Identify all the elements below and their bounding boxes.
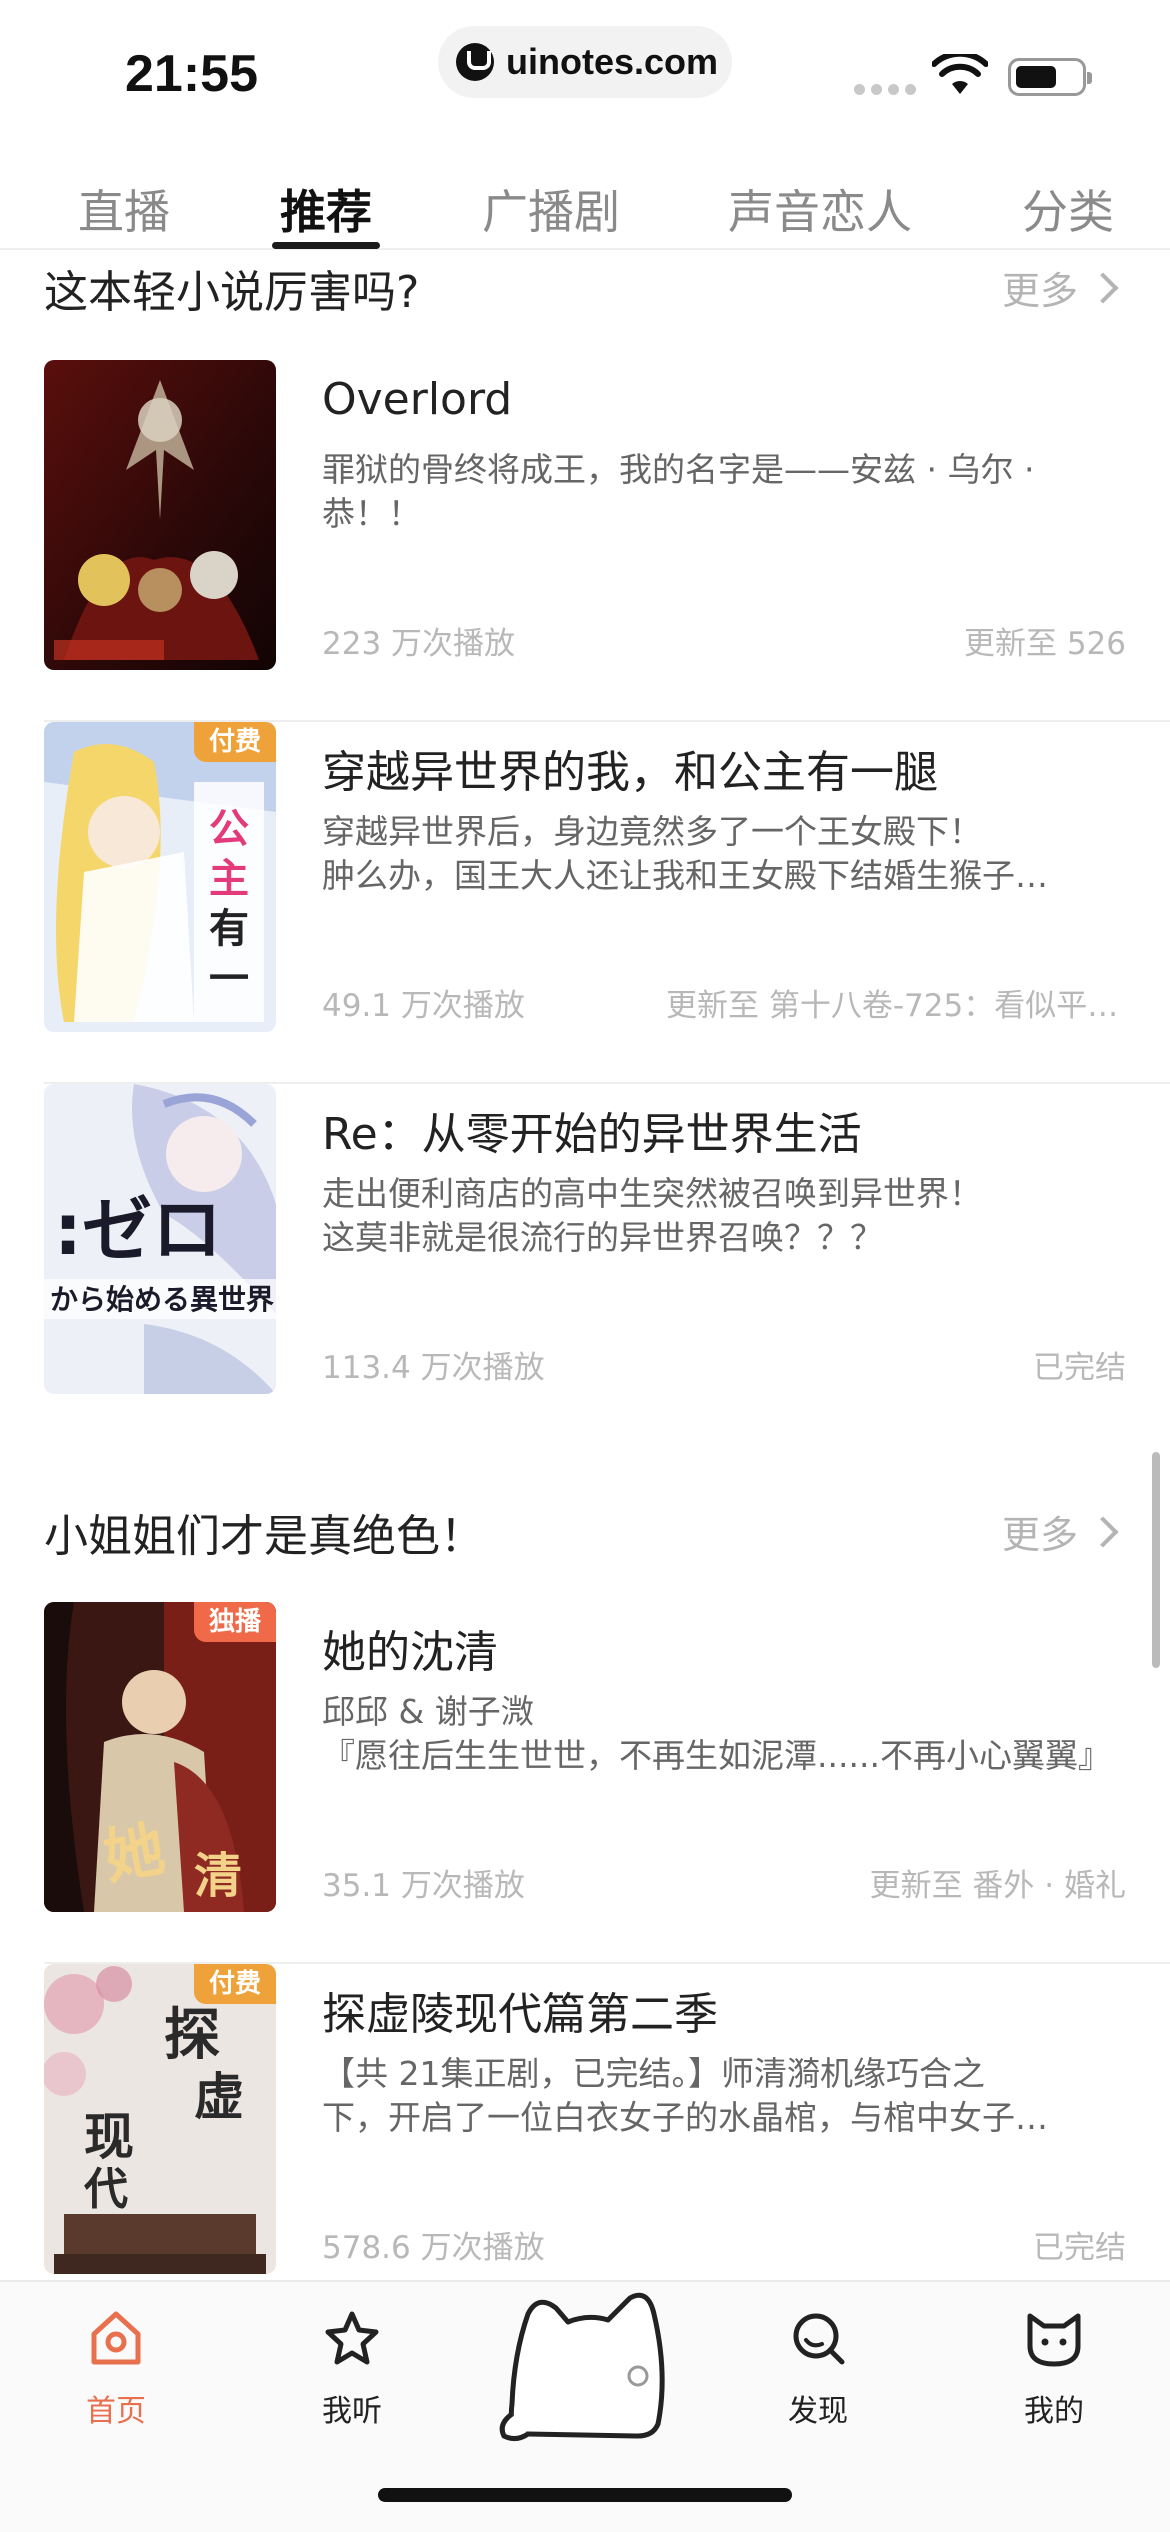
svg-text:探: 探 — [164, 2002, 220, 2068]
item-description: 穿越异世界后，身边竟然多了一个王女殿下！ 肿么办，国王大人还让我和王女殿下结婚生… — [322, 812, 1048, 895]
section-title: 这本轻小说厉害吗? — [44, 267, 420, 318]
nav-mine[interactable]: 我的 — [984, 2306, 1124, 2430]
chevron-right-icon — [1087, 1515, 1119, 1548]
search-icon — [793, 2313, 845, 2365]
url-text: uinotes.com — [506, 41, 719, 82]
svg-text:她: 她 — [99, 1814, 170, 1893]
section-header: 这本轻小说厉害吗? 更多 — [0, 256, 1170, 346]
more-button[interactable]: 更多 — [1001, 1504, 1119, 1559]
site-logo-icon — [456, 43, 494, 81]
section-title: 小姐姐们才是真绝色！ — [44, 1511, 484, 1562]
cover-image: 她 清 独播 — [44, 1602, 276, 1912]
update-status: 已完结 — [1033, 1350, 1126, 1386]
home-icon — [91, 2311, 141, 2365]
wifi-icon — [932, 54, 988, 94]
section-header: 小姐姐们才是真绝色！ 更多 — [0, 1500, 1170, 1590]
nav-home[interactable]: 首页 — [46, 2306, 186, 2430]
home-indicator — [378, 2488, 792, 2502]
list-item[interactable]: 公 主 有 一 付费 穿越异世界的我，和公主有一腿 穿越异世界后，身边竟然多了一… — [0, 722, 1170, 1084]
svg-text:清: 清 — [194, 1848, 242, 1904]
status-bar: 21:55 uinotes.com — [0, 0, 1170, 140]
tab-categories[interactable]: 分类 — [1022, 176, 1114, 242]
update-status: 更新至 番外 · 婚礼 — [869, 1868, 1126, 1904]
item-title: 她的沈清 — [322, 1627, 498, 1678]
update-status: 已完结 — [1033, 2230, 1126, 2266]
item-description: 走出便利商店的高中生突然被召唤到异世界！ 这莫非就是很流行的异世界召唤？？？ — [322, 1174, 982, 1257]
item-title: 穿越异世界的我，和公主有一腿 — [322, 747, 938, 798]
svg-text:主: 主 — [209, 856, 249, 902]
scrollbar[interactable] — [1152, 1452, 1160, 1668]
more-label: 更多 — [1001, 1513, 1078, 1557]
cat-face-icon — [1027, 2313, 1081, 2367]
play-count: 578.6 万次播放 — [322, 2230, 545, 2266]
item-title: Re：从零开始的异世界生活 — [322, 1109, 862, 1160]
item-description: 【共 21集正剧，已完结。】师清漪机缘巧合之 下，开启了一位白衣女子的水晶棺，与… — [322, 2054, 1048, 2137]
tab-live[interactable]: 直播 — [78, 176, 170, 242]
center-cat-mascot-icon[interactable] — [498, 2284, 676, 2444]
cellular-signal-icon — [854, 84, 916, 95]
exclusive-badge: 独播 — [194, 1602, 276, 1642]
svg-text::ゼロ: :ゼロ — [54, 1189, 222, 1271]
paid-badge: 付费 — [194, 1964, 276, 2004]
update-status: 更新至 第十八卷-725：看似平静… — [666, 988, 1126, 1024]
svg-text:一: 一 — [209, 956, 249, 1002]
play-count: 223 万次播放 — [322, 626, 516, 662]
top-tab-bar: 直播 推荐 广播剧 声音恋人 分类 — [0, 150, 1170, 250]
nav-label: 发现 — [788, 2394, 848, 2429]
tab-radio-drama[interactable]: 广播剧 — [482, 176, 620, 242]
list-item[interactable]: Overlord 罪狱的骨终将成王，我的名字是——安兹 · 乌尔 · 恭！！ 2… — [0, 360, 1170, 722]
nav-label: 首页 — [86, 2394, 146, 2429]
item-description: 罪狱的骨终将成王，我的名字是——安兹 · 乌尔 · 恭！！ — [322, 450, 1035, 533]
paid-badge: 付费 — [194, 722, 276, 762]
nav-listen[interactable]: 我听 — [282, 2306, 422, 2430]
svg-text:有: 有 — [209, 906, 249, 952]
nav-label: 我听 — [322, 2394, 382, 2429]
play-count: 35.1 万次播放 — [322, 1868, 525, 1904]
svg-text:虚: 虚 — [194, 2067, 244, 2126]
list-item[interactable]: 探 虚 现 代 付费 探虚陵现代篇第二季 【共 21集正剧，已完结。】师清漪机缘… — [0, 1964, 1170, 2326]
nav-discover[interactable]: 发现 — [748, 2306, 888, 2430]
item-title: 探虚陵现代篇第二季 — [322, 1989, 718, 2040]
play-count: 113.4 万次播放 — [322, 1350, 545, 1386]
list-item[interactable]: :ゼロ から始める異世界 Re：从零开始的异世界生活 走出便利商店的高中生突然被… — [0, 1084, 1170, 1446]
tab-voice-lover[interactable]: 声音恋人 — [728, 176, 912, 242]
url-pill[interactable]: uinotes.com — [438, 26, 732, 98]
active-tab-indicator — [272, 242, 380, 249]
update-status: 更新至 526 — [963, 626, 1126, 662]
play-count: 49.1 万次播放 — [322, 988, 525, 1024]
status-time: 21:55 — [125, 45, 258, 103]
item-description: 邱邱 & 谢子溦 『愿往后生生世世，不再生如泥潭......不再小心翼翼』 — [322, 1692, 1111, 1775]
chevron-right-icon — [1087, 271, 1119, 304]
list-item[interactable]: 她 清 独播 她的沈清 邱邱 & 谢子溦 『愿往后生生世世，不再生如泥潭....… — [0, 1602, 1170, 1964]
battery-icon — [1008, 58, 1092, 96]
cover-image: :ゼロ から始める異世界 — [44, 1084, 276, 1394]
cover-image: 探 虚 现 代 付费 — [44, 1964, 276, 2274]
tab-recommend[interactable]: 推荐 — [280, 176, 372, 242]
more-label: 更多 — [1001, 269, 1078, 313]
more-button[interactable]: 更多 — [1001, 260, 1119, 315]
svg-text:现: 现 — [84, 2107, 134, 2166]
svg-text:から始める異世界: から始める異世界 — [50, 1283, 274, 1316]
svg-text:公: 公 — [209, 806, 249, 852]
svg-text:代: 代 — [83, 2164, 128, 2215]
item-title: Overlord — [322, 374, 513, 425]
cover-image — [44, 360, 276, 670]
star-icon — [325, 2311, 379, 2365]
nav-label: 我的 — [1024, 2394, 1084, 2429]
cover-image: 公 主 有 一 付费 — [44, 722, 276, 1032]
